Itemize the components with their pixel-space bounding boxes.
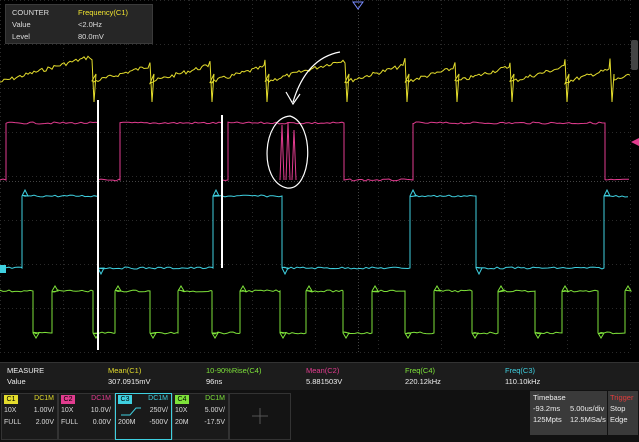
measure-name-freq-c4[interactable]: Freq(C4) <box>405 366 435 375</box>
measure-title: MEASURE <box>7 366 45 375</box>
c4-offset: -17.5V <box>204 419 225 426</box>
c2-level-marker[interactable] <box>631 138 639 146</box>
channel-c1-box[interactable]: C1 DC1M 10X 1.00V/ FULL 2.00V <box>1 393 58 440</box>
timebase-delay: -93.2ms <box>533 404 561 413</box>
c1-tag: C1 <box>4 395 18 404</box>
c1-probe: 10X <box>4 407 17 414</box>
right-scroll-handle[interactable] <box>631 40 638 70</box>
graticule-grid <box>0 0 631 353</box>
c3-scale: 250V/ <box>149 407 168 414</box>
c2-tag: C2 <box>61 395 75 404</box>
counter-title: COUNTER <box>12 8 50 17</box>
measure-panel: MEASURE Value Mean(C1) 307.0915mV 10-90%… <box>0 362 639 390</box>
trace-c2 <box>0 121 629 182</box>
counter-level: 80.0mV <box>78 32 104 41</box>
c4-tag: C4 <box>175 395 189 404</box>
counter-source: Frequency(C1) <box>78 8 129 17</box>
measure-value-mean-c1: 307.0915mV <box>108 377 151 386</box>
trigger-panel[interactable]: Trigger Stop Edge <box>608 391 638 435</box>
measure-row-label: Value <box>7 377 26 386</box>
measure-value-rise-c4: 96ns <box>206 377 223 386</box>
measure-value-freq-c4: 220.12kHz <box>405 377 441 386</box>
trace-c1 <box>0 55 631 103</box>
waveform-display[interactable] <box>0 0 639 362</box>
trace-c3 <box>0 188 629 276</box>
timebase-scale: 5.00us/div <box>570 404 605 413</box>
c3-level-marker[interactable] <box>0 265 6 273</box>
trigger-title: Trigger <box>610 393 634 402</box>
c2-bandwidth: FULL <box>61 419 79 426</box>
channel-c4-box[interactable]: C4 DC1M 10X 5.00V/ 20M -17.5V <box>172 393 229 440</box>
c4-scale: 5.00V/ <box>204 407 225 414</box>
annotation-arrow <box>285 51 341 106</box>
c3-offset: -500V <box>149 419 168 426</box>
c4-bandwidth: 20M <box>175 419 189 426</box>
c4-coupling: DC1M <box>205 395 225 402</box>
trace-c2-glitch <box>279 121 297 181</box>
plus-icon <box>252 408 268 424</box>
c1-bandwidth: FULL <box>4 419 22 426</box>
c2-scale: 10.0V/ <box>90 407 111 414</box>
c3-coupling: DC1M <box>148 395 168 402</box>
c1-scale: 1.00V/ <box>33 407 54 414</box>
trigger-state: Stop <box>610 404 626 413</box>
timebase-points: 125Mpts <box>533 415 562 424</box>
c3-bandwidth: 200M <box>118 419 136 426</box>
counter-value-label: Value <box>12 20 31 29</box>
c2-coupling: DC1M <box>91 395 111 402</box>
timebase-panel[interactable]: Timebase -93.2ms 5.00us/div 125Mpts 12.5… <box>530 391 607 435</box>
channel-c3-box[interactable]: C3 DC1M 250V/ 200M -500V <box>115 393 172 440</box>
measure-name-mean-c1[interactable]: Mean(C1) <box>108 366 141 375</box>
c3-edge-icon <box>121 407 141 416</box>
c4-probe: 10X <box>175 407 188 414</box>
trigger-type: Edge <box>610 415 628 424</box>
channel-c2-box[interactable]: C2 DC1M 10X 10.0V/ FULL 0.00V <box>58 393 115 440</box>
measure-name-mean-c2[interactable]: Mean(C2) <box>306 366 339 375</box>
measure-name-rise-c4[interactable]: 10-90%Rise(C4) <box>206 366 261 375</box>
counter-value: <2.0Hz <box>78 20 102 29</box>
add-channel-button[interactable] <box>229 393 291 440</box>
counter-level-label: Level <box>12 32 30 41</box>
measure-value-mean-c2: 5.881503V <box>306 377 343 386</box>
measure-name-freq-c3[interactable]: Freq(C3) <box>505 366 535 375</box>
measure-value-freq-c3: 110.10kHz <box>505 377 541 386</box>
timebase-rate: 12.5MSa/s <box>570 415 606 424</box>
c2-offset: 0.00V <box>92 419 111 426</box>
counter-panel: COUNTER Frequency(C1) Value <2.0Hz Level… <box>5 4 153 44</box>
c1-offset: 2.00V <box>35 419 54 426</box>
c1-coupling: DC1M <box>34 395 54 402</box>
timebase-title: Timebase <box>533 393 566 402</box>
c2-probe: 10X <box>61 407 74 414</box>
c3-tag: C3 <box>118 395 132 404</box>
